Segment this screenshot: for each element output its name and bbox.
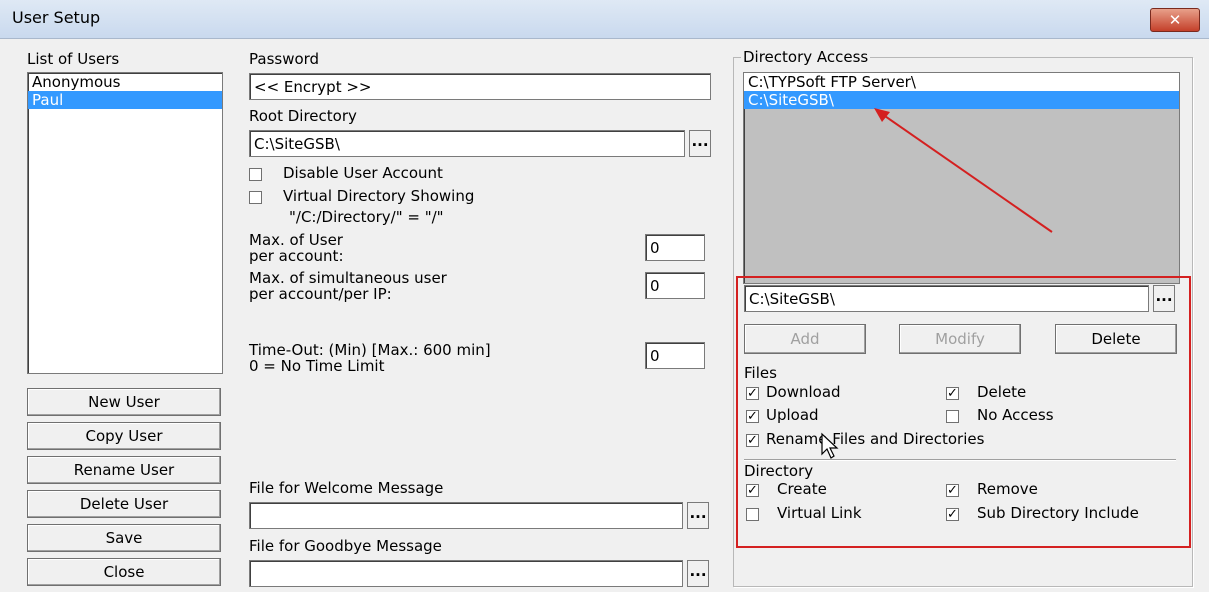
max-simultaneous-label: Max. of simultaneous user per account/pe… — [249, 269, 447, 303]
virtual-link-label: Virtual Link — [777, 504, 862, 522]
timeout-input[interactable]: 0 — [645, 342, 705, 369]
virtual-directory-checkbox[interactable] — [249, 191, 262, 204]
max-user-input[interactable]: 0 — [645, 234, 705, 261]
annotation-arrow — [874, 108, 1053, 233]
files-label: Files — [744, 364, 777, 382]
directory-label: Directory — [744, 462, 814, 480]
max-simultaneous-input[interactable]: 0 — [645, 272, 705, 299]
new-user-button[interactable]: New User — [27, 388, 221, 416]
root-directory-label: Root Directory — [249, 107, 357, 125]
directory-path-field[interactable]: C:\SiteGSB\ — [744, 285, 1149, 312]
download-checkbox[interactable]: ✓ — [746, 387, 759, 400]
no-access-checkbox[interactable] — [946, 410, 959, 423]
title-bar — [0, 0, 1209, 39]
create-checkbox[interactable]: ✓ — [746, 484, 759, 497]
browse-goodbye-button[interactable]: ... — [687, 560, 709, 587]
list-item[interactable]: Paul — [28, 91, 222, 109]
copy-user-button[interactable]: Copy User — [27, 422, 221, 450]
rename-label: Rename Files and Directories — [766, 430, 985, 448]
list-item[interactable]: Anonymous — [28, 73, 222, 91]
download-label: Download — [766, 383, 841, 401]
upload-checkbox[interactable]: ✓ — [746, 410, 759, 423]
users-list[interactable]: Anonymous Paul — [27, 72, 223, 374]
virtual-link-checkbox[interactable] — [746, 508, 759, 521]
list-item[interactable]: C:\TYPSoft FTP Server\ — [744, 73, 1179, 91]
virtual-directory-label: Virtual Directory Showing — [283, 187, 475, 205]
delete-user-button[interactable]: Delete User — [27, 490, 221, 518]
close-icon[interactable]: ✕ — [1150, 8, 1200, 32]
password-label: Password — [249, 50, 320, 68]
browse-welcome-button[interactable]: ... — [687, 502, 709, 529]
rename-user-button[interactable]: Rename User — [27, 456, 221, 484]
delete-label: Delete — [977, 383, 1027, 401]
save-button[interactable]: Save — [27, 524, 221, 552]
divider — [744, 459, 1176, 461]
sub-directory-checkbox[interactable]: ✓ — [946, 508, 959, 521]
timeout-label: Time-Out: (Min) [Max.: 600 min] 0 = No T… — [249, 341, 491, 375]
delete-button[interactable]: Delete — [1055, 324, 1177, 354]
no-access-label: No Access — [977, 406, 1054, 424]
directory-access-title: Directory Access — [741, 48, 871, 66]
disable-account-label: Disable User Account — [283, 164, 443, 182]
modify-button[interactable]: Modify — [899, 324, 1021, 354]
browse-directory-button[interactable]: ... — [1153, 285, 1175, 312]
welcome-message-label: File for Welcome Message — [249, 479, 444, 497]
users-header: List of Users — [27, 50, 120, 68]
remove-checkbox[interactable]: ✓ — [946, 484, 959, 497]
password-field[interactable]: << Encrypt >> — [249, 73, 711, 100]
goodbye-message-field[interactable] — [249, 560, 683, 587]
browse-root-button[interactable]: ... — [689, 130, 711, 157]
window-title: User Setup — [12, 8, 101, 27]
welcome-message-field[interactable] — [249, 502, 683, 529]
goodbye-message-label: File for Goodbye Message — [249, 537, 442, 555]
rename-checkbox[interactable]: ✓ — [746, 434, 759, 447]
disable-account-checkbox[interactable] — [249, 168, 262, 181]
upload-label: Upload — [766, 406, 819, 424]
virtual-directory-example: "/C:/Directory/" = "/" — [289, 208, 444, 226]
close-button[interactable]: Close — [27, 558, 221, 586]
root-directory-field[interactable]: C:\SiteGSB\ — [249, 130, 685, 157]
max-user-label: Max. of User per account: — [249, 231, 344, 265]
create-label: Create — [777, 480, 827, 498]
remove-label: Remove — [977, 480, 1038, 498]
delete-checkbox[interactable]: ✓ — [946, 387, 959, 400]
add-button[interactable]: Add — [744, 324, 866, 354]
mouse-cursor-icon — [821, 432, 839, 459]
sub-directory-label: Sub Directory Include — [977, 504, 1139, 522]
